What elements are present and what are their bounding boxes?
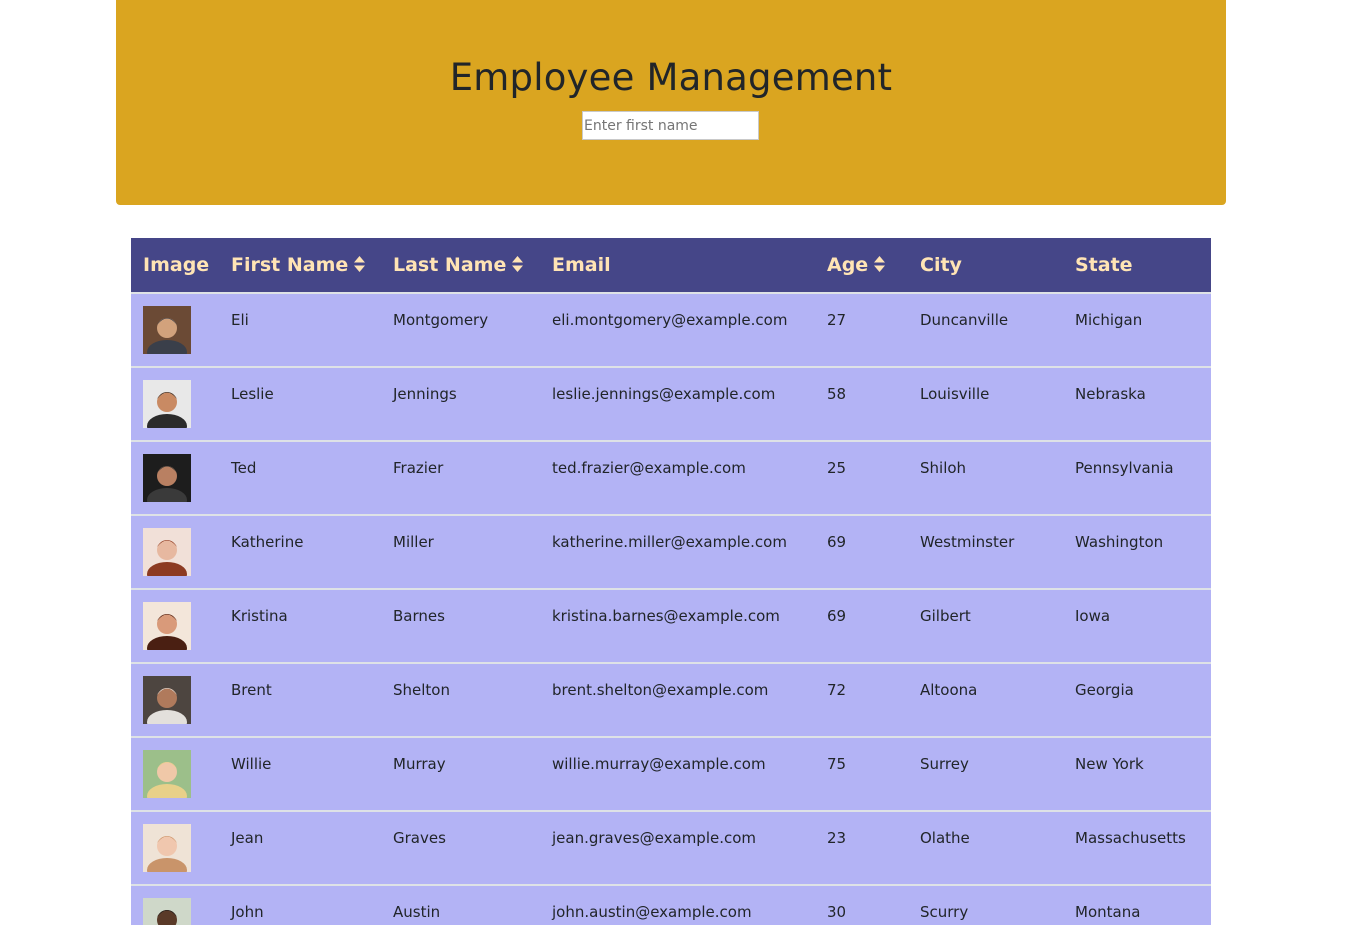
employee-photo <box>143 602 191 650</box>
table-row: Katherine Miller katherine.miller@example.… <box>131 514 1211 588</box>
email-cell: leslie.jennings@example.com <box>552 385 776 403</box>
column-header-image-label: Image <box>143 254 210 276</box>
page-title: Employee Management <box>449 56 893 99</box>
column-header-email-label: Email <box>552 254 611 276</box>
first-name-search-input[interactable] <box>582 111 759 140</box>
table-row: Kristina Barnes kristina.barnes@example.co… <box>131 588 1211 662</box>
city-cell: Olathe <box>920 829 970 847</box>
column-header-last-name-label[interactable]: Last Name <box>393 254 506 276</box>
last-name-cell: Jennings <box>393 385 457 403</box>
state-cell: Michigan <box>1075 311 1143 329</box>
column-header-age[interactable]: Age <box>827 254 886 276</box>
first-name-cell: Jean <box>231 829 264 847</box>
state-cell: Iowa <box>1075 607 1111 625</box>
first-name-cell: Leslie <box>231 385 274 403</box>
city-cell: Shiloh <box>920 459 967 477</box>
email-cell: willie.murray@example.com <box>552 755 766 773</box>
column-header-first-name[interactable]: First Name <box>231 254 366 276</box>
state-cell: Georgia <box>1075 681 1134 699</box>
table-row: Willie Murray willie.murray@example.com 75 S… <box>131 736 1211 810</box>
state-cell: Massachusetts <box>1075 829 1186 847</box>
sort-icon[interactable] <box>354 256 366 272</box>
column-header-city-label: City <box>920 254 962 276</box>
age-cell: 69 <box>827 607 847 625</box>
state-cell: New York <box>1075 755 1144 773</box>
age-cell: 25 <box>827 459 847 477</box>
table-row: John Austin john.austin@example.com 30 Scurr… <box>131 884 1211 925</box>
column-header-email: Email <box>552 254 611 276</box>
email-cell: katherine.miller@example.com <box>552 533 787 551</box>
last-name-cell: Frazier <box>393 459 444 477</box>
last-name-cell: Murray <box>393 755 446 773</box>
first-name-cell: Willie <box>231 755 272 773</box>
table-row: Brent Shelton brent.shelton@example.com 72 A… <box>131 662 1211 736</box>
employee-photo <box>143 528 191 576</box>
age-cell: 30 <box>827 903 847 921</box>
column-header-last-name[interactable]: Last Name <box>393 254 524 276</box>
sort-icon[interactable] <box>874 256 886 272</box>
table-row: Ted Frazier ted.frazier@example.com 25 Shilo… <box>131 440 1211 514</box>
city-cell: Gilbert <box>920 607 971 625</box>
page-header: Employee Management <box>116 0 1226 205</box>
email-cell: ted.frazier@example.com <box>552 459 746 477</box>
last-name-cell: Montgomery <box>393 311 489 329</box>
age-cell: 75 <box>827 755 847 773</box>
last-name-cell: Graves <box>393 829 446 847</box>
first-name-cell: Brent <box>231 681 272 699</box>
employee-photo <box>143 824 191 872</box>
email-cell: kristina.barnes@example.com <box>552 607 780 625</box>
city-cell: Surrey <box>920 755 969 773</box>
first-name-cell: Eli <box>231 311 249 329</box>
age-cell: 27 <box>827 311 847 329</box>
age-cell: 23 <box>827 829 847 847</box>
last-name-cell: Miller <box>393 533 434 551</box>
column-header-city: City <box>920 254 962 276</box>
employee-photo <box>143 380 191 428</box>
first-name-cell: Katherine <box>231 533 304 551</box>
table-row: Jean Graves jean.graves@example.com 23 Olath… <box>131 810 1211 884</box>
email-cell: brent.shelton@example.com <box>552 681 769 699</box>
age-cell: 72 <box>827 681 847 699</box>
sort-icon[interactable] <box>512 256 524 272</box>
age-cell: 58 <box>827 385 847 403</box>
email-cell: jean.graves@example.com <box>552 829 757 847</box>
table-header-row: Image First Name Last Name Email Age Cit… <box>131 238 1211 294</box>
state-cell: Washington <box>1075 533 1164 551</box>
column-header-state: State <box>1075 254 1133 276</box>
city-cell: Duncanville <box>920 311 1009 329</box>
email-cell: eli.montgomery@example.com <box>552 311 788 329</box>
state-cell: Nebraska <box>1075 385 1146 403</box>
city-cell: Westminster <box>920 533 1015 551</box>
employee-table: Image First Name Last Name Email Age Cit… <box>131 238 1211 925</box>
state-cell: Pennsylvania <box>1075 459 1174 477</box>
first-name-cell: John <box>231 903 264 921</box>
employee-photo <box>143 454 191 502</box>
employee-photo <box>143 898 191 925</box>
column-header-age-label[interactable]: Age <box>827 254 868 276</box>
city-cell: Scurry <box>920 903 969 921</box>
table-row: Leslie Jennings leslie.jennings@example.co… <box>131 366 1211 440</box>
city-cell: Louisville <box>920 385 990 403</box>
column-header-state-label: State <box>1075 254 1133 276</box>
state-cell: Montana <box>1075 903 1141 921</box>
first-name-cell: Ted <box>231 459 257 477</box>
employee-photo <box>143 306 191 354</box>
table-row: Eli Montgomery eli.montgomery@example.com 2… <box>131 294 1211 366</box>
email-cell: john.austin@example.com <box>552 903 752 921</box>
first-name-cell: Kristina <box>231 607 288 625</box>
employee-photo <box>143 676 191 724</box>
table-body: Eli Montgomery eli.montgomery@example.com 2… <box>131 294 1211 925</box>
column-header-image: Image <box>143 254 209 276</box>
last-name-cell: Austin <box>393 903 441 921</box>
employee-photo <box>143 750 191 798</box>
last-name-cell: Shelton <box>393 681 450 699</box>
column-header-first-name-label[interactable]: First Name <box>231 254 348 276</box>
age-cell: 69 <box>827 533 847 551</box>
city-cell: Altoona <box>920 681 978 699</box>
last-name-cell: Barnes <box>393 607 445 625</box>
